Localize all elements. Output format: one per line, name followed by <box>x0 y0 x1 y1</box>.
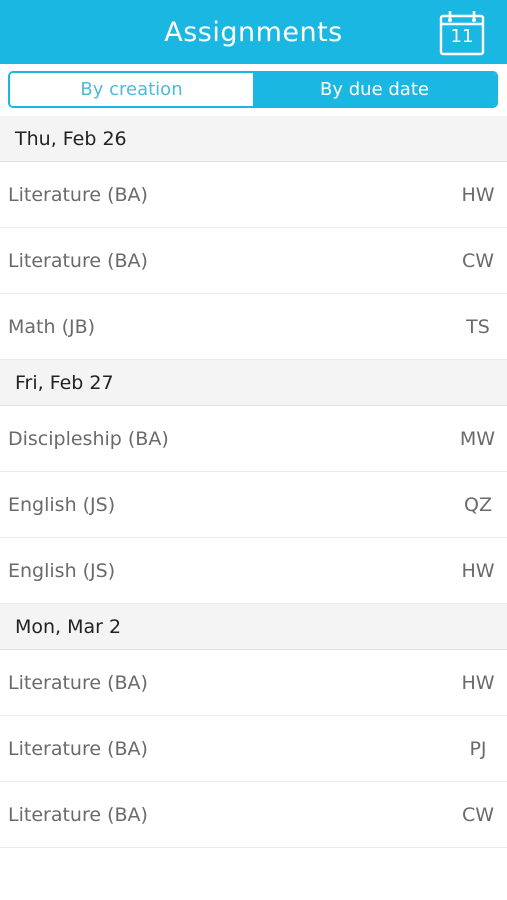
assignment-type: QZ <box>464 493 492 516</box>
section-header-date: Mon, Mar 2 <box>0 604 507 650</box>
assignment-row[interactable]: English (JS) HW <box>0 538 507 604</box>
section-header-date: Fri, Feb 27 <box>0 360 507 406</box>
assignment-course: Literature (BA) <box>8 249 148 272</box>
assignment-course: Literature (BA) <box>8 737 148 760</box>
assignment-type: HW <box>461 671 495 694</box>
assignment-row[interactable]: Discipleship (BA) MW <box>0 406 507 472</box>
assignment-type: PJ <box>469 737 487 760</box>
assignment-row[interactable]: Literature (BA) CW <box>0 228 507 294</box>
tab-by-creation[interactable]: By creation <box>10 73 253 106</box>
assignment-row[interactable]: Math (JB) TS <box>0 294 507 360</box>
assignment-course: Literature (BA) <box>8 671 148 694</box>
assignment-list: Thu, Feb 26 Literature (BA) HW Literatur… <box>0 116 507 848</box>
assignment-course: English (JS) <box>8 493 116 516</box>
assignment-type: TS <box>466 315 490 338</box>
calendar-button[interactable]: 11 <box>439 10 485 56</box>
assignments-screen: Assignments 11 By creation By due date T… <box>0 0 507 900</box>
assignment-type: MW <box>459 427 495 450</box>
assignment-type: HW <box>461 559 495 582</box>
assignment-type: CW <box>461 249 495 272</box>
assignment-row[interactable]: Literature (BA) CW <box>0 782 507 848</box>
assignment-row[interactable]: English (JS) QZ <box>0 472 507 538</box>
assignment-row[interactable]: Literature (BA) PJ <box>0 716 507 782</box>
assignment-course: Math (JB) <box>8 315 96 338</box>
section-header-date: Thu, Feb 26 <box>0 116 507 162</box>
page-title: Assignments <box>164 17 343 48</box>
calendar-day-number: 11 <box>450 26 474 47</box>
assignment-course: Discipleship (BA) <box>8 427 169 450</box>
app-header: Assignments 11 <box>0 0 507 64</box>
assignment-course: Literature (BA) <box>8 803 148 826</box>
assignment-course: English (JS) <box>8 559 116 582</box>
sort-segmented-control: By creation By due date <box>8 71 498 108</box>
tab-by-due-date[interactable]: By due date <box>253 73 496 106</box>
assignment-course: Literature (BA) <box>8 183 148 206</box>
assignment-row[interactable]: Literature (BA) HW <box>0 650 507 716</box>
assignment-type: CW <box>461 803 495 826</box>
assignment-row[interactable]: Literature (BA) HW <box>0 162 507 228</box>
assignment-type: HW <box>461 183 495 206</box>
